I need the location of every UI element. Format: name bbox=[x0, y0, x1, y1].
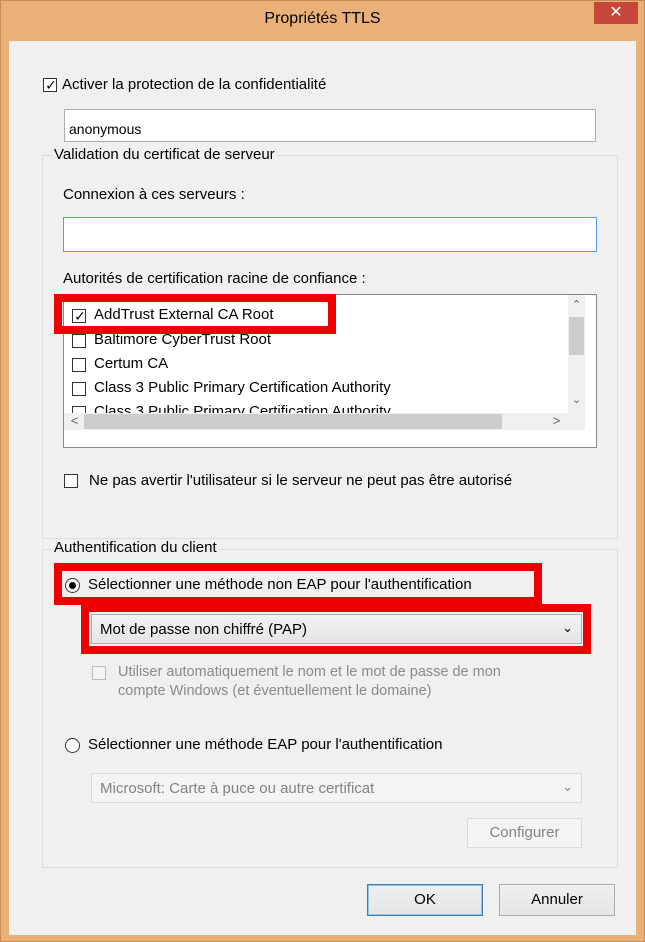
root-label: Class 3 Public Primary Certification Aut… bbox=[94, 403, 391, 413]
dialog-body: ✓ Activer la protection de la confidenti… bbox=[9, 41, 636, 935]
configure-button[interactable]: Configurer bbox=[467, 818, 582, 848]
server-validation-label: Validation du certificat de serveur bbox=[52, 146, 277, 163]
auto-credentials-label-line1: Utiliser automatiquement le nom et le mo… bbox=[118, 664, 501, 680]
checkmark-icon: ✓ bbox=[45, 77, 57, 93]
root-checkbox[interactable] bbox=[72, 382, 86, 396]
list-item[interactable]: Class 3 Public Primary Certification Aut… bbox=[64, 378, 554, 400]
no-warn-label: Ne pas avertir l'utilisateur si le serve… bbox=[89, 472, 513, 489]
list-item[interactable]: Certum CA bbox=[64, 354, 554, 376]
root-label: Certum CA bbox=[94, 355, 169, 372]
servers-label: Connexion à ces serveurs : bbox=[63, 186, 245, 203]
root-label: Class 3 Public Primary Certification Aut… bbox=[94, 379, 391, 396]
scroll-right-icon[interactable]: > bbox=[548, 413, 565, 428]
vertical-scrollbar[interactable]: ⌃ ⌄ bbox=[568, 295, 585, 413]
dialog-window: Propriétés TTLS ✕ ✓ Activer la protectio… bbox=[0, 0, 645, 942]
root-checkbox[interactable] bbox=[72, 358, 86, 372]
close-button[interactable]: ✕ bbox=[594, 2, 638, 24]
horizontal-scroll-thumb[interactable] bbox=[84, 414, 502, 429]
highlight-box bbox=[54, 294, 336, 334]
eap-label: Sélectionner une méthode EAP pour l'auth… bbox=[88, 736, 443, 753]
eap-method-value: Microsoft: Carte à puce ou autre certifi… bbox=[100, 780, 375, 797]
auto-credentials-checkbox[interactable] bbox=[92, 666, 106, 680]
auto-credentials-label-line2: compte Windows (et éventuellement le dom… bbox=[118, 683, 432, 699]
list-item[interactable]: Class 3 Public Primary Certification Aut… bbox=[64, 402, 554, 413]
client-auth-label: Authentification du client bbox=[52, 539, 219, 556]
highlight-box bbox=[54, 563, 542, 605]
no-warn-checkbox[interactable] bbox=[64, 474, 78, 488]
anonymous-identity-input[interactable] bbox=[64, 109, 596, 142]
servers-input[interactable] bbox=[63, 217, 597, 252]
scroll-up-icon[interactable]: ⌃ bbox=[568, 298, 585, 311]
eap-method-dropdown[interactable]: Microsoft: Carte à puce ou autre certifi… bbox=[91, 773, 582, 803]
cancel-button[interactable]: Annuler bbox=[499, 884, 615, 916]
scroll-left-icon[interactable]: < bbox=[66, 413, 83, 428]
privacy-checkbox[interactable]: ✓ bbox=[43, 77, 57, 93]
window-title: Propriétés TTLS bbox=[264, 10, 381, 27]
close-icon: ✕ bbox=[609, 4, 623, 21]
eap-radio[interactable] bbox=[65, 738, 80, 753]
chevron-down-icon: ⌄ bbox=[562, 779, 573, 794]
root-checkbox[interactable] bbox=[72, 406, 86, 413]
privacy-label: Activer la protection de la confidential… bbox=[62, 76, 327, 93]
root-checkbox[interactable] bbox=[72, 334, 86, 348]
horizontal-scrollbar[interactable]: < > bbox=[64, 413, 568, 430]
title-bar[interactable]: Propriétés TTLS ✕ bbox=[1, 1, 644, 41]
trusted-roots-label: Autorités de certification racine de con… bbox=[63, 270, 366, 287]
scroll-down-icon[interactable]: ⌄ bbox=[568, 393, 585, 406]
ok-button[interactable]: OK bbox=[367, 884, 483, 916]
highlight-box bbox=[81, 604, 591, 654]
vertical-scroll-thumb[interactable] bbox=[569, 317, 584, 355]
scroll-corner bbox=[568, 413, 585, 430]
